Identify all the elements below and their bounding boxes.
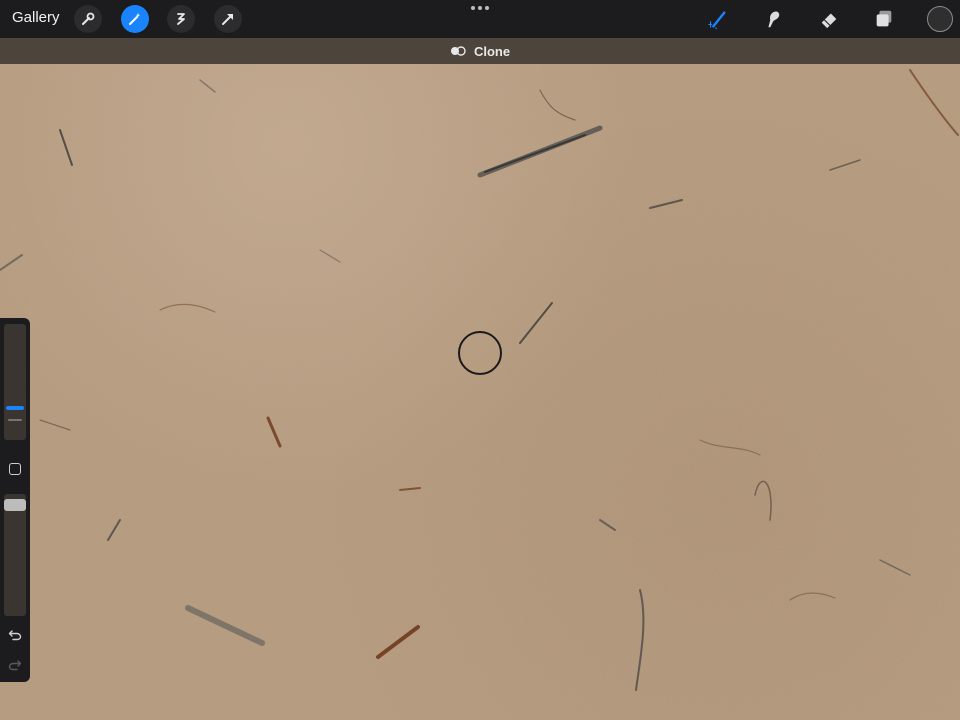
- more-options-icon[interactable]: [471, 4, 489, 12]
- mode-label: Clone: [473, 43, 511, 59]
- clone-toggle-icon[interactable]: [450, 46, 466, 56]
- gallery-button[interactable]: Gallery: [12, 9, 60, 26]
- square-icon[interactable]: [9, 463, 21, 475]
- undo-icon: [8, 630, 22, 641]
- redo-button[interactable]: [7, 658, 23, 672]
- opacity-handle[interactable]: [4, 499, 26, 511]
- mode-bar: Clone: [0, 38, 960, 64]
- wrench-icon: [82, 12, 95, 25]
- left-sidebar: [0, 318, 30, 682]
- layers-icon: [876, 10, 892, 27]
- undo-button[interactable]: [7, 628, 23, 642]
- transform-arrow-icon: [222, 14, 233, 25]
- transform-button[interactable]: [214, 5, 242, 33]
- selection-button[interactable]: [167, 5, 195, 33]
- selection-icon: [177, 13, 185, 25]
- layers-button[interactable]: [870, 5, 898, 33]
- adjustments-button[interactable]: [121, 5, 149, 33]
- brush-size-handle[interactable]: [6, 406, 24, 410]
- eraser-button[interactable]: [815, 5, 843, 33]
- brush-size-slider[interactable]: [4, 324, 26, 440]
- smudge-icon: [768, 11, 780, 28]
- redo-icon: [8, 660, 22, 671]
- brush-size-tick: [8, 419, 22, 421]
- brush-cursor: [458, 331, 502, 375]
- eraser-icon: [821, 13, 837, 29]
- wrench-button[interactable]: [74, 5, 102, 33]
- color-swatch[interactable]: [927, 6, 953, 32]
- brush-button[interactable]: [702, 5, 732, 33]
- opacity-slider[interactable]: [4, 494, 26, 616]
- magic-wand-icon: [129, 13, 140, 25]
- top-toolbar: Gallery: [0, 0, 960, 38]
- brush-icon: [708, 11, 726, 29]
- smudge-button[interactable]: [759, 5, 787, 33]
